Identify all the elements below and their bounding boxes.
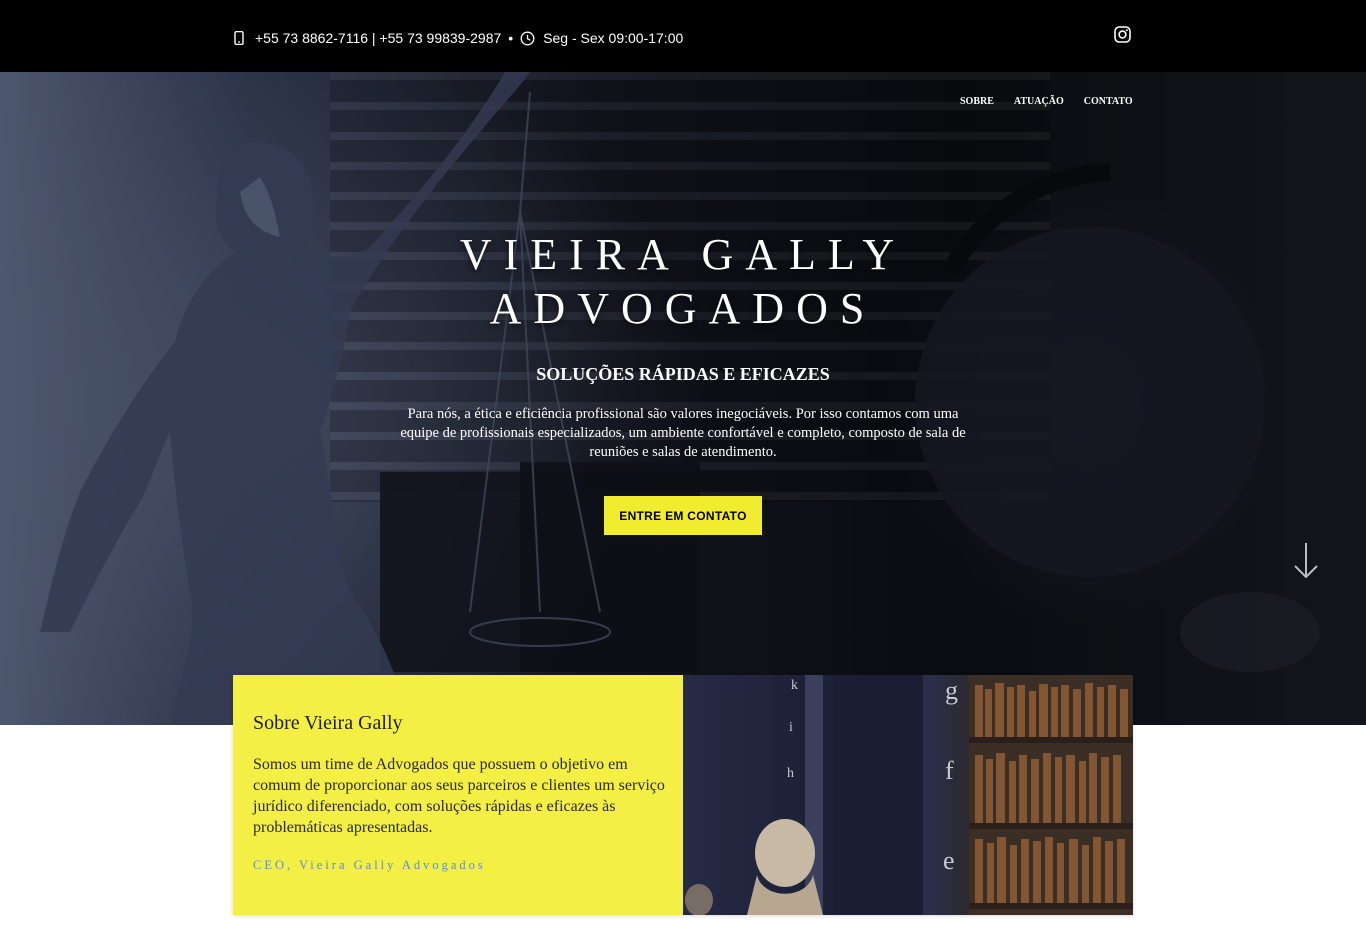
hero-title-line-2: ADVOGADOS [489,284,877,333]
clock-icon [520,31,535,45]
top-bar: +55 73 8862-7116 | +55 73 99839-2987 • S… [0,0,1366,72]
separator-dot: • [508,30,514,46]
office-hours: Seg - Sex 09:00-17:00 [543,30,684,46]
contact-cta-button[interactable]: ENTRE EM CONTATO [604,496,762,535]
hero-subtitle: SOLUÇÕES RÁPIDAS E EFICAZES [536,364,830,384]
hero-overlay [0,72,1366,725]
nav-contato[interactable]: CONTATO [1084,96,1133,107]
about-text-panel: Sobre Vieira Gally Somos um time de Advo… [233,675,683,915]
shelf-letter-g: g [945,676,958,705]
contact-info: +55 73 8862-7116 | +55 73 99839-2987 • S… [234,29,683,47]
philosopher-bust [685,819,823,915]
hero-description: Para nós, a ética e eficiência profissio… [400,406,966,460]
nav-atuacao[interactable]: ATUAÇÃO [1014,96,1064,107]
phone-numbers: +55 73 8862-7116 | +55 73 99839-2987 [255,30,502,46]
shelf-letter-k: k [791,678,798,693]
about-description: Somos um time de Advogados que possuem o… [253,756,665,836]
hero-title: VIEIRA GALLY ADVOGADOS [383,228,983,336]
library-image: k i h g f e [683,675,1133,915]
phone-icon [234,31,244,45]
library-illustration: k i h g f e [685,675,1133,915]
about-card: Sobre Vieira Gally Somos um time de Advo… [233,675,1133,915]
hero-section: SOBRE ATUAÇÃO CONTATO VIEIRA GALLY ADVOG… [0,72,1366,725]
scroll-down-arrow-icon[interactable] [1293,542,1319,580]
shelf-letter-i: i [789,720,793,735]
about-title: Sobre Vieira Gally [253,712,403,734]
about-signature: CEO, Vieira Gally Advogados [253,858,486,872]
instagram-icon[interactable] [1114,26,1131,43]
hero-title-line-1: VIEIRA GALLY [459,230,907,279]
shelf-letter-f: f [945,756,954,785]
nav-sobre[interactable]: SOBRE [960,96,994,107]
shelf-letter-h: h [787,766,794,781]
main-nav: SOBRE ATUAÇÃO CONTATO [960,96,1133,107]
shelf-letter-e: e [943,846,955,875]
